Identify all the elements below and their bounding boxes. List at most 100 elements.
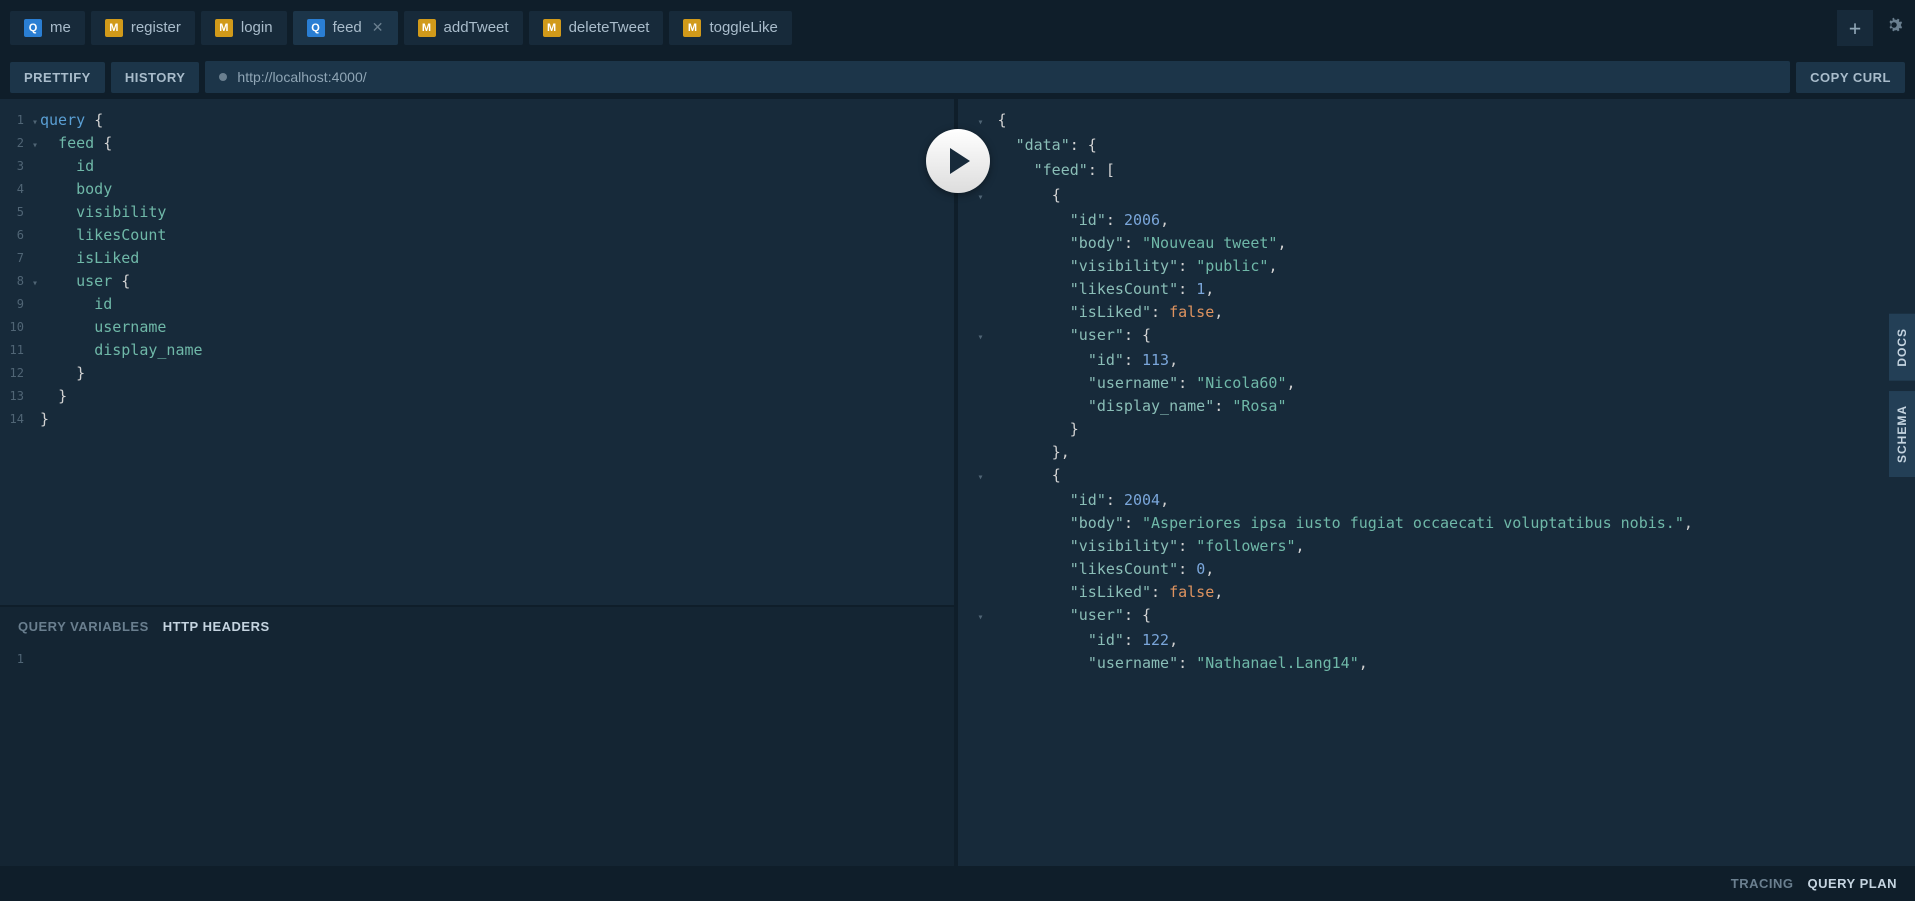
query-variables-tab[interactable]: QUERY VARIABLES [18,619,149,634]
response-content: "feed": [ [993,159,1915,184]
line-number: 9 [0,293,30,316]
response-content: "isLiked": false, [993,301,1915,324]
response-content: } [993,418,1915,441]
tab-login[interactable]: Mlogin [201,11,287,45]
gutter [958,209,993,232]
response-content: "visibility": "followers", [993,535,1915,558]
code-content: isLiked [30,247,139,270]
prettify-button[interactable]: PRETTIFY [10,62,105,93]
gutter [958,512,993,535]
response-content: "body": "Nouveau tweet", [993,232,1915,255]
tab-label: login [241,19,273,36]
line-number: 10 [0,316,30,339]
query-badge-icon: Q [307,19,325,37]
gutter [958,395,993,418]
response-viewer[interactable]: ▾{▾ "data": {▾ "feed": [▾ { "id": 2006, … [958,99,1915,866]
fold-icon[interactable]: ▾ [958,117,984,128]
tab-register[interactable]: Mregister [91,11,195,45]
query-badge-icon: Q [24,19,42,37]
endpoint-url-text: http://localhost:4000/ [237,69,366,85]
gutter [958,629,993,652]
tabs-bar: QmeMregisterMloginQfeed✕MaddTweetMdelete… [0,0,1915,55]
code-content: visibility [30,201,166,224]
http-headers-tab[interactable]: HTTP HEADERS [163,619,270,634]
tab-label: register [131,19,181,36]
response-content: { [993,109,1915,134]
response-content: "visibility": "public", [993,255,1915,278]
code-content: user { [30,270,130,293]
response-content: "id": 2006, [993,209,1915,232]
fold-icon[interactable]: ▾ [958,192,984,203]
add-tab-button[interactable]: + [1837,10,1873,46]
gutter [958,372,993,395]
execute-button[interactable] [926,129,990,193]
tab-label: me [50,19,71,36]
gutter: ▾ [958,324,993,349]
gutter [958,278,993,301]
copy-curl-button[interactable]: COPY CURL [1796,62,1905,93]
variables-editor[interactable]: 1 [0,646,954,866]
endpoint-url-input[interactable]: http://localhost:4000/ [205,61,1790,93]
mutation-badge-icon: M [543,19,561,37]
gutter [958,232,993,255]
code-content: username [30,316,166,339]
tab-label: toggleLike [709,19,777,36]
tab-deleteTweet[interactable]: MdeleteTweet [529,11,664,45]
fold-icon[interactable]: ▾ [958,612,984,623]
toolbar: PRETTIFY HISTORY http://localhost:4000/ … [0,55,1915,99]
response-content: }, [993,441,1915,464]
line-number: 6 [0,224,30,247]
gutter: ▾ [958,604,993,629]
code-content: } [30,385,67,408]
gutter [958,255,993,278]
gutter [958,301,993,324]
tracing-tab[interactable]: TRACING [1731,876,1794,891]
code-content: feed { [30,132,112,155]
fold-icon[interactable]: ▾ [32,272,38,295]
code-content: likesCount [30,224,166,247]
line-number: 5 [0,201,30,224]
line-number: 7 [0,247,30,270]
response-content: { [993,464,1915,489]
fold-icon[interactable]: ▾ [32,111,38,134]
gutter [958,489,993,512]
settings-icon[interactable] [1883,14,1905,41]
gutter [958,535,993,558]
tab-feed[interactable]: Qfeed ✕ [293,11,398,45]
tab-toggleLike[interactable]: MtoggleLike [669,11,791,45]
response-content: "username": "Nicola60", [993,372,1915,395]
fold-icon[interactable]: ▾ [958,332,984,343]
code-content: query { [30,109,103,132]
response-content: "likesCount": 0, [993,558,1915,581]
schema-tab[interactable]: SCHEMA [1889,391,1915,477]
gutter [958,652,993,675]
tab-label: feed [333,19,362,36]
code-content: } [30,362,85,385]
right-pane: ▾{▾ "data": {▾ "feed": [▾ { "id": 2006, … [958,99,1915,866]
code-content: id [30,155,94,178]
line-number: 1 [0,652,30,666]
tab-label: addTweet [444,19,509,36]
status-dot-icon [219,73,227,81]
mutation-badge-icon: M [105,19,123,37]
fold-icon[interactable]: ▾ [32,134,38,157]
code-content: display_name [30,339,203,362]
query-editor[interactable]: 1▾query {2▾ feed {3 id4 body5 visibility… [0,99,954,605]
response-content: "id": 113, [993,349,1915,372]
gutter [958,581,993,604]
response-content: "display_name": "Rosa" [993,395,1915,418]
query-plan-tab[interactable]: QUERY PLAN [1807,876,1897,891]
code-content: body [30,178,112,201]
tab-addTweet[interactable]: MaddTweet [404,11,523,45]
tab-me[interactable]: Qme [10,11,85,45]
line-number: 2▾ [0,132,30,155]
play-icon [950,148,970,174]
code-content: id [30,293,112,316]
history-button[interactable]: HISTORY [111,62,200,93]
fold-icon[interactable]: ▾ [958,472,984,483]
response-content: "body": "Asperiores ipsa iusto fugiat oc… [993,512,1915,535]
docs-tab[interactable]: DOCS [1889,314,1915,381]
tab-label: deleteTweet [569,19,650,36]
gutter [958,349,993,372]
close-icon[interactable]: ✕ [372,19,384,36]
